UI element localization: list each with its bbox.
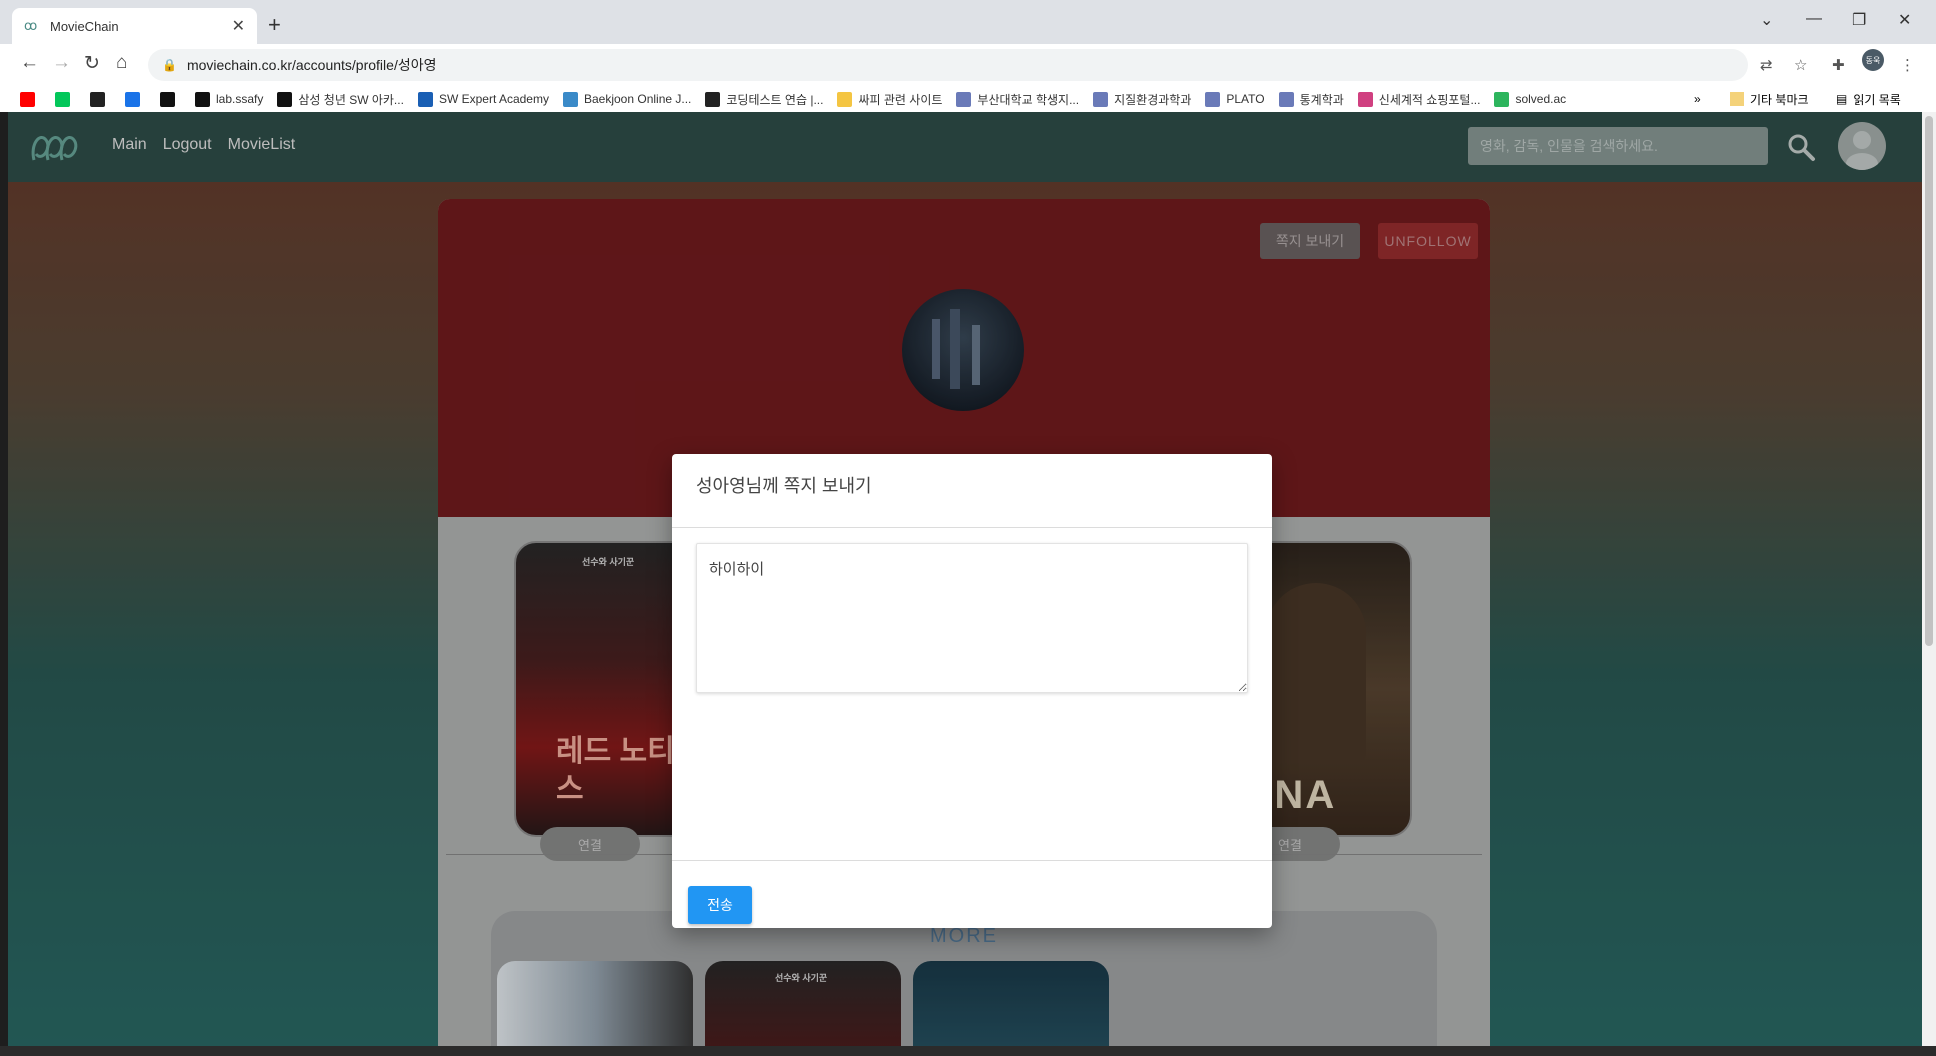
close-tab-icon[interactable]: ✕	[232, 16, 245, 36]
bookmark-item[interactable]	[20, 91, 41, 107]
bookmark-favicon-icon	[1205, 91, 1221, 107]
horizontal-scrollbar[interactable]	[0, 1046, 1936, 1056]
bookmark-item[interactable]: PLATO	[1205, 91, 1265, 107]
bookmark-label: 통계학과	[1299, 92, 1344, 107]
moviechain-favicon-icon: ꝏ	[24, 18, 38, 33]
bookmarks-more-icon[interactable]: »	[1694, 86, 1701, 112]
bookmark-favicon-icon	[195, 91, 210, 107]
restore-icon[interactable]: ❐	[1852, 10, 1866, 30]
other-bookmarks-label: 기타 북마크	[1750, 92, 1809, 107]
bookmark-label: 신세계적 쇼핑포털...	[1378, 92, 1481, 107]
bookmark-item[interactable]	[55, 91, 76, 107]
bookmark-label: lab.ssafy	[216, 92, 264, 106]
close-window-icon[interactable]: ✕	[1898, 10, 1911, 30]
bookmark-item[interactable]: solved.ac	[1494, 91, 1567, 107]
new-tab-icon[interactable]: +	[268, 12, 281, 38]
browser-tabstrip: ꝏ MovieChain ✕ + ⌄ — ❐ ✕	[0, 0, 1936, 44]
bookmark-item[interactable]: 신세계적 쇼핑포털...	[1357, 91, 1481, 108]
bookmark-label: 삼성 청년 SW 아카...	[298, 92, 404, 107]
send-button[interactable]: 전송	[688, 886, 752, 924]
bookmark-favicon-icon	[417, 91, 433, 107]
home-icon[interactable]: ⌂	[116, 52, 127, 74]
bookmark-item[interactable]: 삼성 청년 SW 아카...	[277, 91, 404, 108]
minimize-icon[interactable]: —	[1806, 10, 1822, 28]
bookmark-label: Baekjoon Online J...	[583, 92, 692, 106]
browser-profile-avatar[interactable]: 동욱	[1862, 49, 1884, 71]
message-textarea[interactable]	[696, 543, 1248, 693]
bookmark-item[interactable]: 지질환경과학과	[1093, 91, 1191, 108]
menu-icon[interactable]: ⋮	[1900, 56, 1915, 74]
tab-title: MovieChain	[50, 18, 119, 34]
bookmark-item[interactable]: SW Expert Academy	[417, 91, 549, 107]
browser-tab[interactable]: ꝏ MovieChain ✕	[12, 8, 257, 44]
browser-toolbar: ← → ↻ ⌂ 🔒 moviechain.co.kr/accounts/prof…	[0, 44, 1936, 86]
bookmark-favicon-icon	[90, 91, 105, 107]
bookmark-label: 지질환경과학과	[1114, 92, 1192, 107]
bookmark-label: PLATO	[1226, 92, 1265, 106]
translate-icon[interactable]: ⇄	[1760, 56, 1773, 74]
bookmark-favicon-icon	[1278, 91, 1294, 107]
reading-list[interactable]: ▤ 읽기 목록	[1836, 86, 1901, 112]
bookmark-item[interactable]: 코딩테스트 연습 |...	[705, 91, 823, 108]
bookmark-favicon-icon	[1357, 91, 1373, 107]
bookmark-favicon-icon	[562, 91, 578, 107]
bookmark-favicon-icon	[20, 91, 35, 107]
bookmark-label: SW Expert Academy	[438, 92, 549, 106]
bookmark-item[interactable]: 통계학과	[1278, 91, 1344, 108]
bookmark-item[interactable]: 부산대학교 학생지...	[956, 91, 1079, 108]
bookmark-item[interactable]	[90, 91, 111, 107]
vertical-scrollbar[interactable]	[1922, 112, 1936, 1046]
bookmark-favicon-icon	[125, 91, 140, 107]
address-bar[interactable]: 🔒 moviechain.co.kr/accounts/profile/성아영	[148, 49, 1748, 81]
back-icon[interactable]: ←	[20, 52, 39, 74]
bookmark-favicon-icon	[705, 91, 721, 107]
modal-divider-top	[672, 527, 1272, 528]
forward-icon[interactable]: →	[52, 52, 71, 74]
tab-search-icon[interactable]: ⌄	[1760, 10, 1773, 30]
bookmark-label: 부산대학교 학생지...	[977, 92, 1080, 107]
send-message-modal: 성아영님께 쪽지 보내기 전송	[672, 454, 1272, 928]
bookmark-item[interactable]	[160, 91, 181, 107]
bookmark-favicon-icon	[1093, 91, 1109, 107]
bookmark-favicon-icon	[837, 91, 853, 107]
other-bookmarks[interactable]: 기타 북마크	[1730, 86, 1809, 112]
bookmark-item[interactable]: lab.ssafy	[195, 91, 264, 107]
bookmark-favicon-icon	[277, 91, 293, 107]
bookmarks-bar: lab.ssafy 삼성 청년 SW 아카... SW Expert Academy…	[0, 86, 1936, 112]
reading-list-label: 읽기 목록	[1853, 92, 1901, 107]
scrollbar-thumb[interactable]	[1925, 116, 1933, 646]
bookmark-favicon-icon	[1494, 91, 1510, 107]
bookmark-item[interactable]: Baekjoon Online J...	[562, 91, 692, 107]
lock-icon: 🔒	[162, 58, 177, 72]
url-text: moviechain.co.kr/accounts/profile/성아영	[186, 57, 437, 73]
bookmark-favicon-icon	[160, 91, 175, 107]
bookmark-label: solved.ac	[1515, 92, 1567, 106]
page-viewport: Main Logout MovieList 영화, 감독, 인물을 검색하세요. 쪽…	[8, 112, 1922, 1046]
bookmark-favicon-icon	[956, 91, 972, 107]
bookmark-label: 싸피 관련 사이트	[858, 92, 943, 107]
folder-icon	[1730, 92, 1744, 106]
bookmark-item[interactable]: 싸피 관련 사이트	[837, 91, 942, 108]
extensions-icon[interactable]: ✚	[1832, 56, 1845, 74]
modal-divider-bottom	[672, 860, 1272, 861]
bookmark-star-icon[interactable]: ☆	[1794, 56, 1807, 74]
bookmark-item[interactable]	[125, 91, 146, 107]
modal-title: 성아영님께 쪽지 보내기	[696, 476, 872, 496]
reading-list-icon: ▤	[1836, 92, 1848, 106]
bookmark-favicon-icon	[55, 91, 70, 107]
reload-icon[interactable]: ↻	[84, 52, 100, 75]
bookmark-label: 코딩테스트 연습 |...	[726, 92, 824, 107]
